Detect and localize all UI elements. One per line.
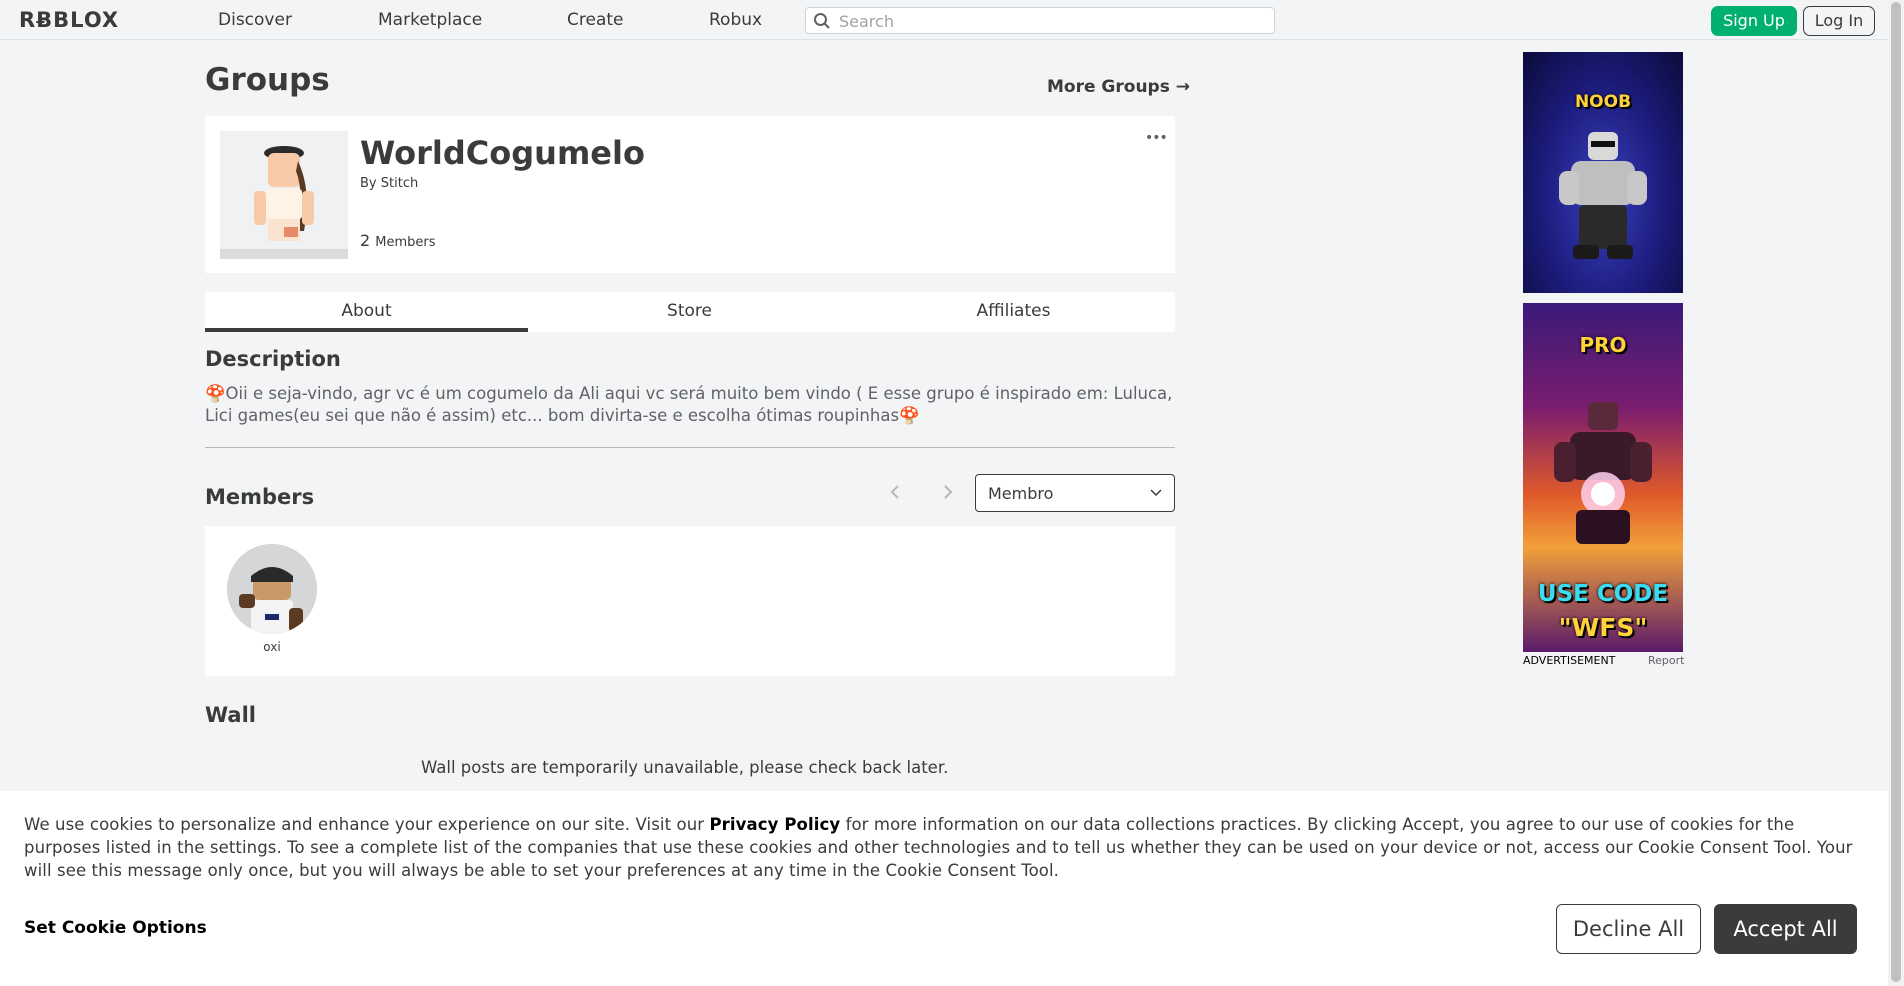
description-heading: Description <box>205 347 341 371</box>
search-input[interactable]: Search <box>805 7 1275 34</box>
member-name[interactable]: oxi <box>227 640 317 654</box>
cookie-consent-text: We use cookies to personalize and enhanc… <box>24 813 1864 882</box>
previous-page-icon[interactable] <box>889 481 901 505</box>
accept-all-button[interactable]: Accept All <box>1714 904 1857 954</box>
nav-robux-link[interactable]: Robux <box>709 10 762 30</box>
wall-heading: Wall <box>205 703 256 727</box>
member-count-label: Members <box>375 235 436 250</box>
nav-create-link[interactable]: Create <box>567 10 624 30</box>
tab-affiliates[interactable]: Affiliates <box>852 292 1175 332</box>
members-heading: Members <box>205 485 315 509</box>
page-scrollbar[interactable] <box>1888 0 1904 986</box>
top-navigation-bar: RɃBLOX Discover Marketplace Create Robux… <box>0 0 1888 40</box>
search-placeholder: Search <box>839 12 894 31</box>
group-tabs: About Store Affiliates <box>205 292 1175 332</box>
wall-unavailable-message: Wall posts are temporarily unavailable, … <box>421 758 949 777</box>
nav-marketplace-link[interactable]: Marketplace <box>378 10 482 30</box>
section-divider <box>205 447 1175 448</box>
member-count-value: 2 <box>360 231 371 250</box>
search-icon <box>814 13 830 29</box>
advertisement-banner-bottom[interactable]: PRO USE CODE "WFS" <box>1523 303 1683 652</box>
member-avatar-icon <box>227 544 317 634</box>
ad-character-icon <box>1559 132 1647 259</box>
ad-pro-text: PRO <box>1579 333 1627 357</box>
group-member-count: 2 Members <box>360 231 436 250</box>
log-in-button[interactable]: Log In <box>1803 6 1875 36</box>
cookie-consent-banner: We use cookies to personalize and enhanc… <box>0 791 1888 986</box>
group-emblem-avatar-icon <box>220 146 348 259</box>
page-title: Groups <box>205 62 330 98</box>
group-header-card: WorldCogumelo By Stitch 2 Members ••• <box>205 116 1175 273</box>
group-owner-link[interactable]: Stitch <box>381 176 418 191</box>
decline-all-button[interactable]: Decline All <box>1556 904 1701 954</box>
ad-code-text: "WFS" <box>1558 613 1648 642</box>
scrollbar-thumb[interactable] <box>1891 2 1901 982</box>
ad-character-icon <box>1554 402 1652 544</box>
advertisement-label: ADVERTISEMENT <box>1523 654 1616 667</box>
more-options-icon[interactable]: ••• <box>1145 130 1168 146</box>
members-list: oxi <box>205 526 1175 676</box>
next-page-icon[interactable] <box>942 481 954 505</box>
tab-about[interactable]: About <box>205 292 528 332</box>
privacy-policy-link[interactable]: Privacy Policy <box>709 815 840 834</box>
member-avatar[interactable] <box>227 544 317 634</box>
ad-use-code-text: USE CODE <box>1537 581 1669 607</box>
group-emblem <box>220 131 348 259</box>
group-description: 🍄Oii e seja-vindo, agr vc é um cogumelo … <box>205 384 1173 425</box>
group-name: WorldCogumelo <box>360 134 645 172</box>
nav-discover-link[interactable]: Discover <box>218 10 292 30</box>
group-owner-line: By Stitch <box>360 176 418 191</box>
member-card[interactable]: oxi <box>227 544 317 654</box>
role-selected-value: Membro <box>988 484 1054 503</box>
more-groups-link[interactable]: More Groups → <box>1047 77 1190 97</box>
sign-up-button[interactable]: Sign Up <box>1711 6 1797 36</box>
by-prefix: By <box>360 176 377 191</box>
member-role-dropdown[interactable]: Membro <box>975 474 1175 512</box>
roblox-logo[interactable]: RɃBLOX <box>19 8 119 32</box>
set-cookie-options-link[interactable]: Set Cookie Options <box>24 918 207 938</box>
ad-noob-text: NOOB <box>1574 92 1632 112</box>
chevron-down-icon <box>1150 489 1162 497</box>
report-ad-link[interactable]: Report <box>1648 654 1684 667</box>
advertisement-banner-top[interactable]: NOOB <box>1523 52 1683 293</box>
cookie-text-before: We use cookies to personalize and enhanc… <box>24 815 710 834</box>
tab-store[interactable]: Store <box>528 292 851 332</box>
